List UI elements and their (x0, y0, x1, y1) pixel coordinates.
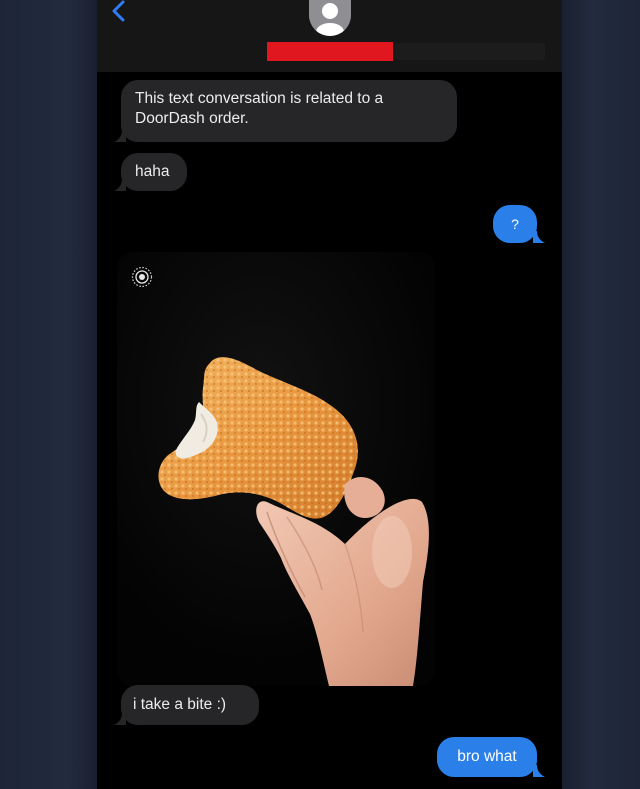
message-outgoing: ? (493, 205, 537, 243)
chicken-tender-photo (117, 252, 435, 686)
background-left (0, 0, 97, 789)
person-silhouette-icon (309, 0, 351, 36)
message-text: This text conversation is related to a D… (135, 90, 384, 127)
message-incoming: haha (121, 153, 187, 191)
message-text: ? (511, 216, 519, 232)
avatar[interactable] (309, 0, 351, 36)
contact-name-blur (395, 43, 545, 60)
photo-message[interactable] (117, 252, 435, 686)
message-incoming: i take a bite :) (121, 685, 259, 725)
bubble-tail (533, 765, 545, 777)
message-text: haha (135, 163, 170, 180)
bubble-tail (533, 231, 545, 243)
live-photo-icon[interactable] (131, 266, 153, 288)
message-outgoing: bro what (437, 737, 537, 777)
message-text: bro what (457, 748, 517, 765)
message-incoming: This text conversation is related to a D… (121, 80, 457, 142)
conversation-header (97, 0, 562, 72)
chevron-left-icon[interactable] (109, 0, 137, 28)
bubble-tail (114, 713, 126, 725)
bubble-tail (114, 130, 126, 142)
messages-screen: This text conversation is related to a D… (97, 0, 562, 789)
background-right (562, 0, 640, 789)
message-text: i take a bite :) (133, 696, 227, 713)
bubble-tail (114, 179, 126, 191)
contact-name-redacted (267, 42, 393, 61)
